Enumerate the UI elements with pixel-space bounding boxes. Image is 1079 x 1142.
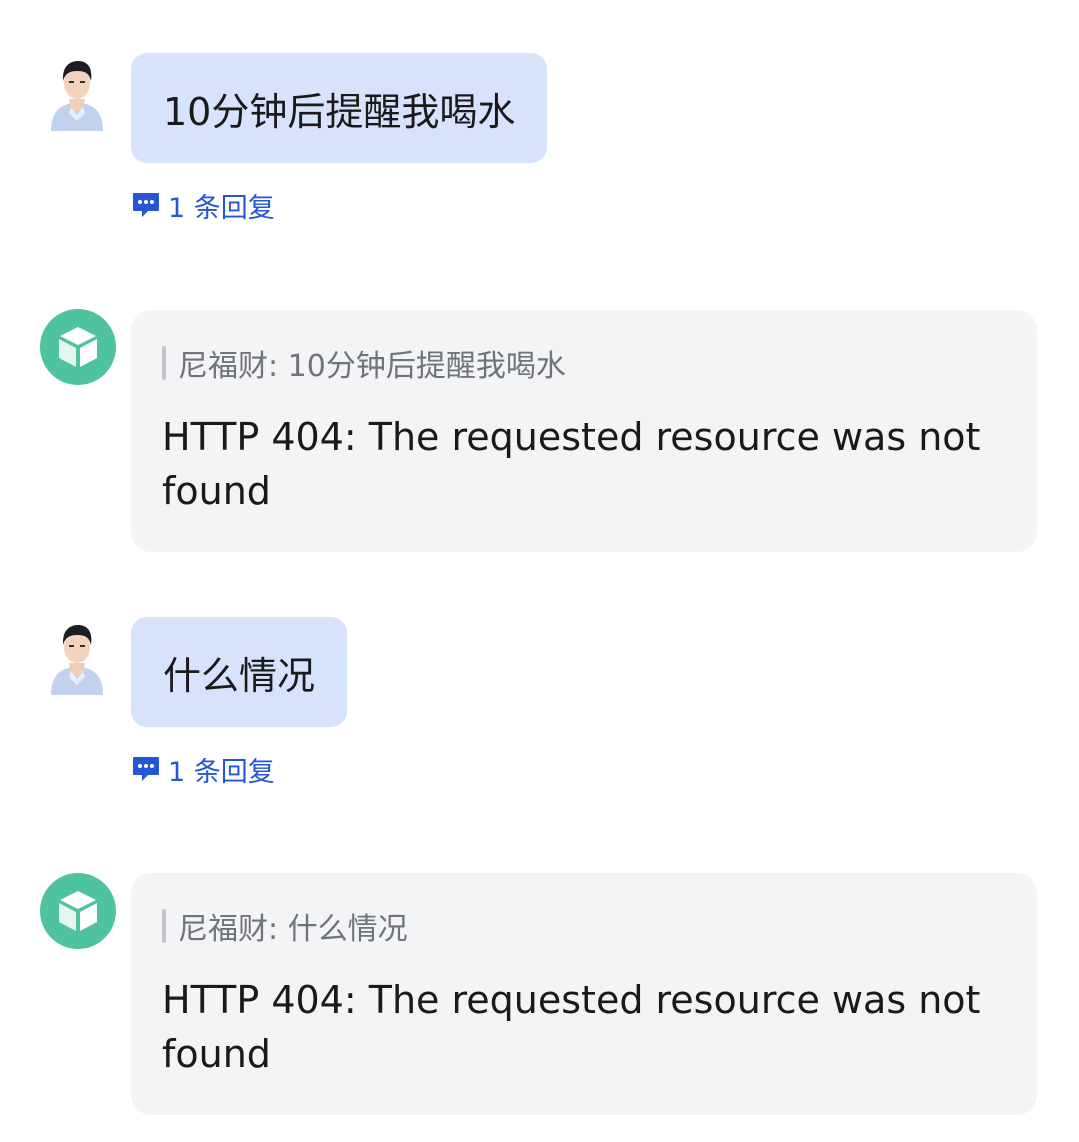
quoted-message: 尼福财: 什么情况 bbox=[162, 903, 1005, 949]
quote-text: 尼福财: 10分钟后提醒我喝水 bbox=[178, 349, 566, 384]
reply-count-link[interactable]: 1 条回复 bbox=[131, 751, 275, 788]
user-message-bubble[interactable]: 10分钟后提醒我喝水 bbox=[131, 53, 548, 163]
reply-count-label: 1 条回复 bbox=[168, 756, 275, 788]
cube-icon bbox=[59, 327, 97, 367]
quote-bar bbox=[162, 909, 166, 943]
reply-count-link[interactable]: 1 条回复 bbox=[131, 187, 275, 224]
quote-bar bbox=[162, 346, 166, 380]
message-text: 什么情况 bbox=[163, 653, 316, 698]
bot-message-bubble[interactable]: 尼福财: 10分钟后提醒我喝水 HTTP 404: The requested … bbox=[131, 310, 1037, 552]
bot-avatar[interactable] bbox=[40, 873, 116, 949]
user-avatar[interactable] bbox=[47, 619, 107, 695]
quoted-message: 尼福财: 10分钟后提醒我喝水 bbox=[162, 340, 1005, 386]
comment-dots-icon bbox=[133, 757, 159, 781]
quote-text: 尼福财: 什么情况 bbox=[178, 912, 408, 947]
reply-count-label: 1 条回复 bbox=[168, 192, 275, 224]
user-message-bubble[interactable]: 什么情况 bbox=[131, 617, 348, 727]
message-text: HTTP 404: The requested resource was not… bbox=[162, 978, 981, 1076]
message-text: 10分钟后提醒我喝水 bbox=[163, 89, 516, 134]
chat-thread: 10分钟后提醒我喝水 1 条回复 尼福财: 10分钟后提醒我喝水 HTTP 40… bbox=[0, 0, 1079, 1142]
cube-icon bbox=[59, 891, 97, 931]
comment-dots-icon bbox=[133, 193, 159, 217]
bot-message-bubble[interactable]: 尼福财: 什么情况 HTTP 404: The requested resour… bbox=[131, 873, 1037, 1115]
message-text: HTTP 404: The requested resource was not… bbox=[162, 415, 981, 513]
user-avatar[interactable] bbox=[47, 55, 107, 131]
bot-avatar[interactable] bbox=[40, 309, 116, 385]
